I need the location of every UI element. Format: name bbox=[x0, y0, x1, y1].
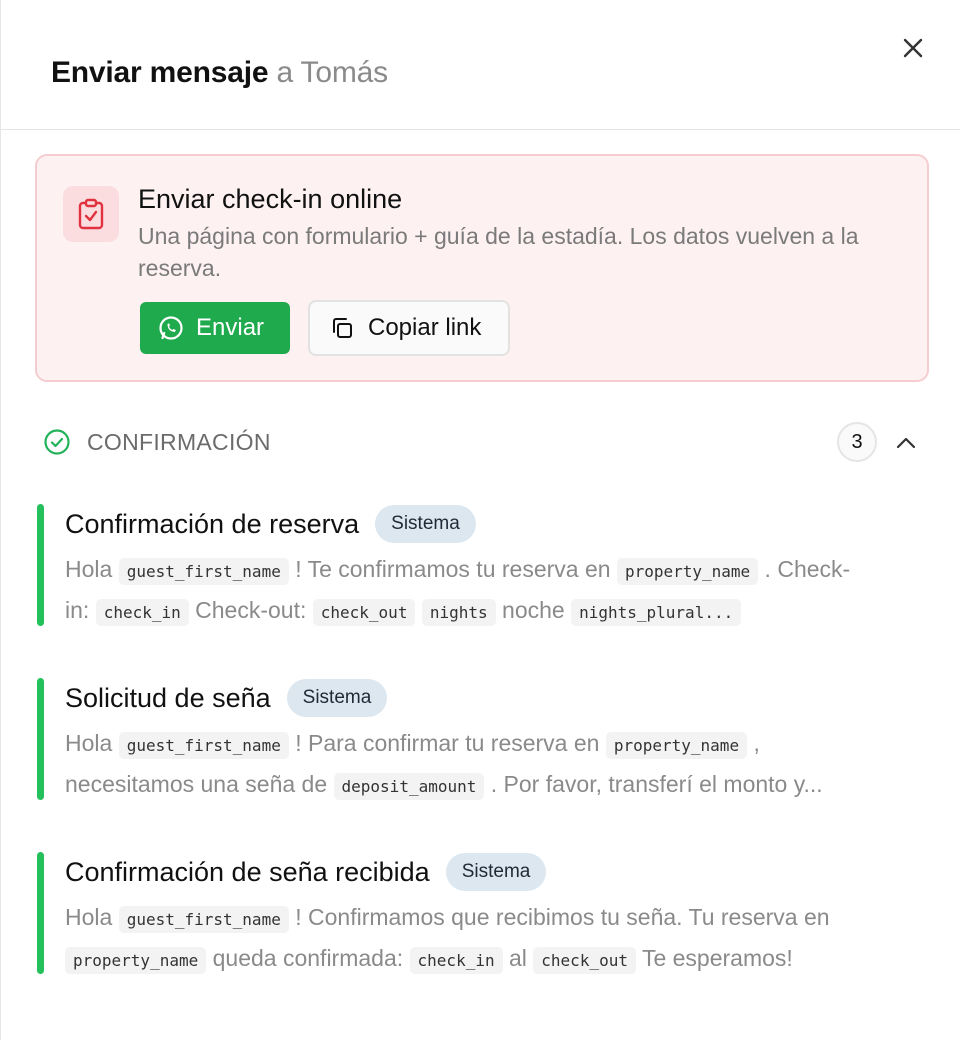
template-text: . Check- bbox=[758, 556, 851, 582]
template-text: queda confirmada: bbox=[206, 945, 410, 971]
template-text: noche bbox=[495, 597, 572, 623]
template-header: Solicitud de seña Sistema bbox=[65, 678, 388, 718]
template-variable-chip: nights bbox=[421, 599, 496, 626]
template-name: Confirmación de reserva bbox=[65, 508, 360, 539]
checkin-online-card: Enviar check-in online Una página con fo… bbox=[35, 154, 929, 382]
send-button-label: Enviar bbox=[196, 314, 265, 341]
template-text: Hola bbox=[65, 904, 119, 930]
template-text: Hola bbox=[65, 556, 119, 582]
template-preview: Hola guest_first_name ! Te confirmamos t… bbox=[65, 550, 905, 632]
template-preview: Hola guest_first_name ! Para confirmar t… bbox=[65, 724, 905, 806]
template-text: Hola bbox=[65, 730, 119, 756]
template-preview-line: Hola guest_first_name ! Para confirmar t… bbox=[65, 724, 905, 765]
template-accent-bar bbox=[37, 852, 44, 974]
template-text: necesitamos una seña de bbox=[65, 771, 334, 797]
template-text: al bbox=[502, 945, 534, 971]
check-circle-icon bbox=[44, 429, 70, 455]
section-confirmacion-header[interactable]: CONFIRMACIÓN 3 bbox=[41, 420, 931, 464]
section-title: CONFIRMACIÓN bbox=[87, 429, 271, 455]
template-preview-line: property_name queda confirmada: check_in… bbox=[65, 939, 905, 980]
template-preview: Hola guest_first_name ! Confirmamos que … bbox=[65, 898, 905, 980]
template-variable-chip: guest_first_name bbox=[118, 732, 289, 759]
send-message-panel: Enviar mensaje a Tomás Enviar check-in o… bbox=[0, 0, 960, 1040]
template-header: Confirmación de seña recibida Sistema bbox=[65, 852, 547, 892]
copy-link-button[interactable]: Copiar link bbox=[308, 300, 510, 356]
checkin-icon-box bbox=[63, 186, 119, 242]
template-text: . Por favor, transferí el monto y... bbox=[484, 771, 823, 797]
chevron-up-icon[interactable] bbox=[893, 430, 919, 456]
system-badge: Sistema bbox=[286, 679, 388, 717]
template-text: Check-out: bbox=[188, 597, 313, 623]
template-variable-chip: check_in bbox=[409, 947, 503, 974]
close-button[interactable] bbox=[895, 30, 931, 66]
system-badge: Sistema bbox=[445, 853, 547, 891]
template-variable-chip: deposit_amount bbox=[333, 773, 485, 800]
template-text: ! Para confirmar tu reserva en bbox=[288, 730, 606, 756]
template-name: Confirmación de seña recibida bbox=[65, 856, 430, 887]
template-preview-line: necesitamos una seña de deposit_amount .… bbox=[65, 765, 905, 806]
section-count-badge: 3 bbox=[837, 422, 877, 462]
copy-button-label: Copiar link bbox=[368, 314, 482, 341]
close-icon bbox=[903, 38, 923, 58]
template-variable-chip: nights_plural... bbox=[571, 599, 742, 626]
title-recipient: a Tomás bbox=[276, 56, 388, 89]
template-text: ! Te confirmamos tu reserva en bbox=[288, 556, 617, 582]
template-variable-chip: guest_first_name bbox=[118, 558, 289, 585]
template-text: in: bbox=[65, 597, 96, 623]
template-text: ! Confirmamos que recibimos tu seña. Tu … bbox=[288, 904, 830, 930]
template-variable-chip: guest_first_name bbox=[118, 906, 289, 933]
title-strong: Enviar mensaje bbox=[51, 56, 269, 89]
template-header: Confirmación de reserva Sistema bbox=[65, 504, 476, 544]
copy-icon bbox=[333, 318, 352, 338]
template-variable-chip: property_name bbox=[65, 947, 207, 974]
template-variable-chip: property_name bbox=[605, 732, 748, 759]
template-name: Solicitud de seña bbox=[65, 682, 271, 713]
template-variable-chip: check_out bbox=[533, 947, 636, 974]
template-text: , bbox=[747, 730, 760, 756]
template-item[interactable]: Confirmación de seña recibida Sistema Ho… bbox=[37, 852, 917, 974]
template-variable-chip: property_name bbox=[616, 558, 759, 585]
template-text bbox=[415, 597, 421, 623]
checkin-description: Una página con formulario + guía de la e… bbox=[138, 223, 859, 281]
template-accent-bar bbox=[37, 504, 44, 626]
whatsapp-icon bbox=[159, 316, 183, 340]
send-whatsapp-button[interactable]: Enviar bbox=[140, 302, 290, 354]
template-accent-bar bbox=[37, 678, 44, 800]
checkin-title: Enviar check-in online bbox=[138, 184, 403, 214]
template-preview-line: in: check_in Check-out: check_out nights… bbox=[65, 591, 905, 632]
template-text: Te esperamos! bbox=[635, 945, 793, 971]
template-item[interactable]: Solicitud de seña Sistema Hola guest_fir… bbox=[37, 678, 917, 800]
template-variable-chip: check_out bbox=[312, 599, 416, 626]
template-item[interactable]: Confirmación de reserva Sistema Hola gue… bbox=[37, 504, 917, 626]
template-preview-line: Hola guest_first_name ! Te confirmamos t… bbox=[65, 550, 905, 591]
template-preview-line: Hola guest_first_name ! Confirmamos que … bbox=[65, 898, 905, 939]
clipboard-check-icon bbox=[78, 198, 104, 230]
panel-header: Enviar mensaje a Tomás bbox=[1, 0, 960, 130]
system-badge: Sistema bbox=[375, 505, 476, 543]
page-title: Enviar mensaje a Tomás bbox=[51, 54, 388, 92]
template-variable-chip: check_in bbox=[95, 599, 189, 626]
